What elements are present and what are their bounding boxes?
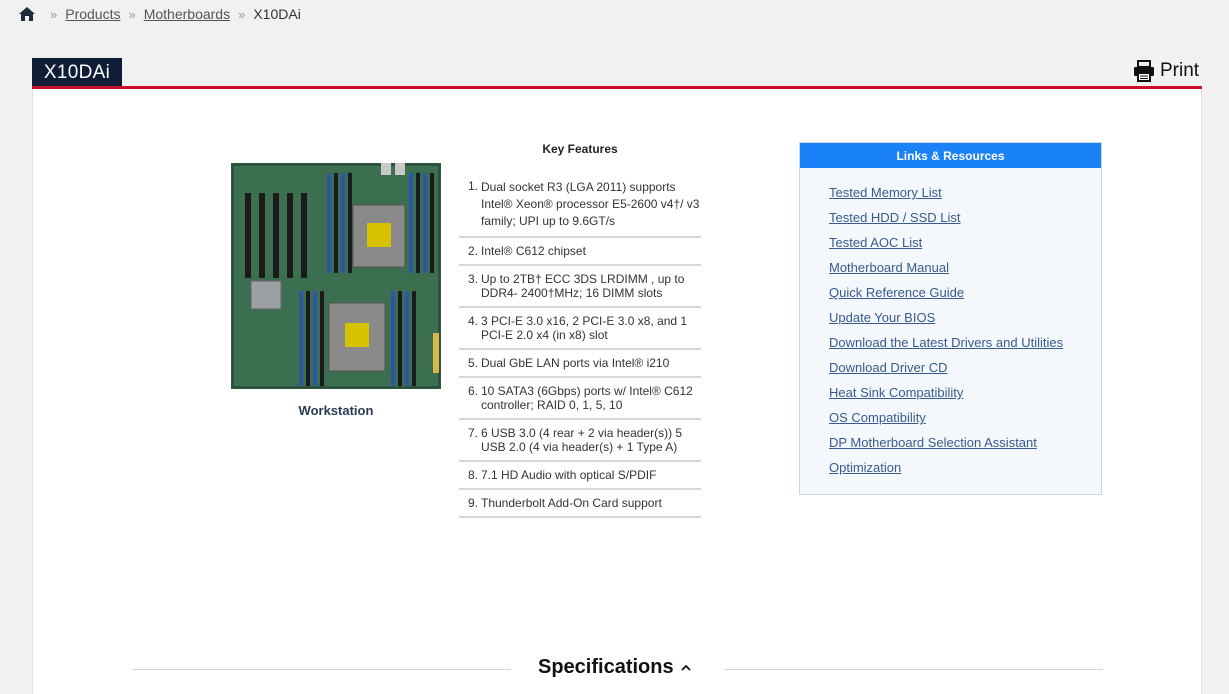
item-number: 6. — [468, 384, 479, 398]
list-item: Quick Reference Guide — [829, 285, 1101, 310]
link-update-bios[interactable]: Update Your BIOS — [829, 310, 935, 325]
list-item: Tested Memory List — [829, 185, 1101, 210]
item-text: 3 PCI-E 3.0 x16, 2 PCI-E 3.0 x8, and 1 P… — [481, 314, 688, 342]
list-item: Update Your BIOS — [829, 310, 1101, 335]
item-text: Up to 2TB† ECC 3DS LRDIMM , up to DDR4- … — [481, 272, 685, 300]
list-item: Motherboard Manual — [829, 260, 1101, 285]
printer-icon — [1134, 60, 1154, 82]
divider — [133, 669, 511, 670]
link-os-compatibility[interactable]: OS Compatibility — [829, 410, 926, 425]
item-number: 1. — [468, 179, 479, 193]
specifications-title: Specifications — [538, 656, 674, 678]
item-number: 3. — [468, 272, 479, 286]
breadcrumb-link-motherboards[interactable]: Motherboards — [144, 6, 230, 22]
link-download-driver-cd[interactable]: Download Driver CD — [829, 360, 947, 375]
link-download-drivers[interactable]: Download the Latest Drivers and Utilitie… — [829, 335, 1063, 350]
item-number: 5. — [468, 356, 479, 370]
link-tested-aoc-list[interactable]: Tested AOC List — [829, 235, 922, 250]
list-item: 9. Thunderbolt Add-On Card support — [459, 490, 701, 518]
key-features-list: 1. Dual socket R3 (LGA 2011) supports Int… — [459, 173, 701, 518]
list-item: 8. 7.1 HD Audio with optical S/PDIF — [459, 462, 701, 490]
item-text: 6 USB 3.0 (4 rear + 2 via header(s)) 5 U… — [481, 426, 683, 454]
list-item: Download the Latest Drivers and Utilitie… — [829, 335, 1101, 360]
chevron-up-icon — [680, 664, 691, 671]
links-resources-title: Links & Resources — [800, 143, 1101, 168]
list-item: Heat Sink Compatibility — [829, 385, 1101, 410]
list-item: 1. Dual socket R3 (LGA 2011) supports Int… — [459, 173, 701, 238]
links-resources-box: Links & Resources Tested Memory List Tes… — [799, 142, 1102, 495]
print-label: Print — [1160, 60, 1200, 81]
link-motherboard-manual[interactable]: Motherboard Manual — [829, 260, 949, 275]
item-text: 10 SATA3 (6Gbps) ports w/ Intel® C612 co… — [481, 384, 693, 412]
link-optimization[interactable]: Optimization — [829, 460, 901, 475]
divider — [725, 669, 1103, 670]
home-icon[interactable] — [18, 6, 36, 22]
item-number: 8. — [468, 468, 479, 482]
link-dp-selection-assistant[interactable]: DP Motherboard Selection Assistant — [829, 435, 1037, 450]
item-text: Thunderbolt Add-On Card support — [481, 496, 662, 510]
specifications-section-header: Specifications — [133, 656, 1103, 682]
list-item: 6. 10 SATA3 (6Gbps) ports w/ Intel® C612 … — [459, 378, 701, 420]
list-item: 2. Intel® C612 chipset — [459, 238, 701, 266]
list-item: 4. 3 PCI-E 3.0 x16, 2 PCI-E 3.0 x8, and 1… — [459, 308, 701, 350]
item-text: Dual GbE LAN ports via Intel® i210 — [481, 356, 670, 370]
link-heat-sink-compatibility[interactable]: Heat Sink Compatibility — [829, 385, 963, 400]
list-item: Download Driver CD — [829, 360, 1101, 385]
list-item: 7. 6 USB 3.0 (4 rear + 2 via header(s)) 5… — [459, 420, 701, 462]
list-item: Tested HDD / SSD List — [829, 210, 1101, 235]
specifications-toggle[interactable]: Specifications — [538, 656, 692, 679]
breadcrumb: » Products » Motherboards » X10DAi — [18, 4, 301, 24]
breadcrumb-link-products[interactable]: Products — [65, 6, 120, 22]
item-number: 2. — [468, 244, 479, 258]
link-tested-memory-list[interactable]: Tested Memory List — [829, 185, 942, 200]
item-number: 7. — [468, 426, 479, 440]
image-caption: Workstation — [298, 403, 374, 418]
item-text: Dual socket R3 (LGA 2011) supports Intel… — [481, 180, 700, 228]
links-list: Tested Memory List Tested HDD / SSD List… — [800, 168, 1101, 485]
item-number: 4. — [468, 314, 479, 328]
item-text: 7.1 HD Audio with optical S/PDIF — [481, 468, 657, 482]
link-tested-hdd-ssd-list[interactable]: Tested HDD / SSD List — [829, 210, 961, 225]
list-item: DP Motherboard Selection Assistant — [829, 435, 1101, 460]
key-features-title: Key Features — [542, 142, 618, 156]
product-panel: Workstation Key Features 1. Dual socket R… — [32, 89, 1202, 694]
item-number: 9. — [468, 496, 479, 510]
list-item: OS Compatibility — [829, 410, 1101, 435]
breadcrumb-separator: » — [50, 6, 58, 22]
page-title: X10DAi — [32, 58, 122, 87]
print-button[interactable]: Print — [1133, 60, 1199, 82]
list-item: Tested AOC List — [829, 235, 1101, 260]
item-text: Intel® C612 chipset — [481, 244, 586, 258]
list-item: Optimization — [829, 460, 1101, 485]
motherboard-image[interactable] — [231, 163, 441, 389]
breadcrumb-separator: » — [128, 6, 136, 22]
list-item: 3. Up to 2TB† ECC 3DS LRDIMM , up to DDR4… — [459, 266, 701, 308]
list-item: 5. Dual GbE LAN ports via Intel® i210 — [459, 350, 701, 378]
link-quick-reference-guide[interactable]: Quick Reference Guide — [829, 285, 964, 300]
breadcrumb-separator: » — [238, 6, 246, 22]
breadcrumb-current: X10DAi — [253, 6, 301, 22]
